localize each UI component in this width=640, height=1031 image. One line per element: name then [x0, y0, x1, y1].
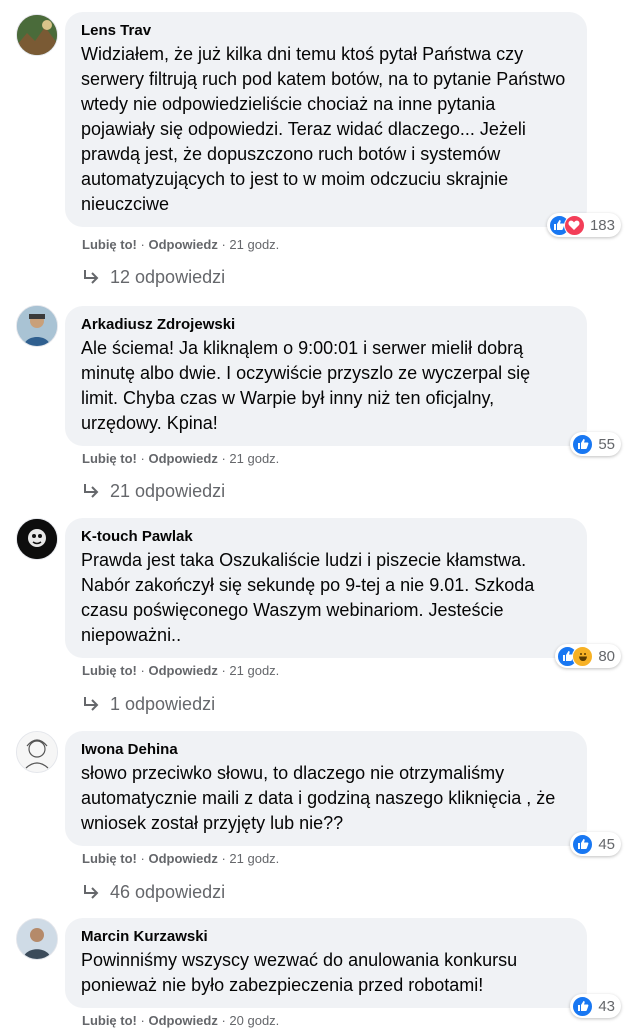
author-avatar[interactable]	[16, 14, 58, 56]
replies-count[interactable]: 21 odpowiedzi	[110, 480, 225, 502]
comment-time[interactable]: 20 godz.	[229, 1013, 279, 1028]
like-icon	[572, 833, 594, 855]
separator: ·	[221, 237, 226, 252]
like-icon	[572, 433, 594, 455]
like-link[interactable]: Lubię to!	[82, 237, 137, 252]
author-avatar[interactable]	[16, 305, 58, 347]
separator: ·	[221, 851, 226, 866]
comment-author[interactable]: Lens Trav	[81, 21, 571, 41]
reply-link[interactable]: Odpowiedz	[148, 663, 217, 678]
comment-author[interactable]: K-touch Pawlak	[81, 527, 571, 547]
comment-actions: Lubię to! · Odpowiedz · 21 godz.	[82, 663, 279, 679]
comment-text: Widziałem, że już kilka dni temu ktoś py…	[81, 44, 566, 214]
reactions-summary[interactable]: 45	[570, 832, 621, 856]
comment-time[interactable]: 21 godz.	[229, 237, 279, 252]
love-icon	[563, 214, 585, 236]
separator: ·	[140, 451, 145, 466]
reply-arrow-icon	[84, 697, 99, 711]
author-avatar[interactable]	[16, 518, 58, 560]
comment-bubble: Lens Trav Widziałem, że już kilka dni te…	[65, 12, 621, 237]
reply-arrow-icon	[84, 270, 99, 284]
comment-bubble: Iwona Dehina słowo przeciwko słowu, to d…	[65, 731, 621, 856]
view-replies-link[interactable]: 21 odpowiedzi	[82, 480, 225, 502]
reactions-summary[interactable]: 183	[546, 213, 621, 237]
comment-actions: Lubię to! · Odpowiedz · 21 godz.	[82, 237, 279, 253]
replies-count[interactable]: 12 odpowiedzi	[110, 266, 225, 288]
view-replies-link[interactable]: 12 odpowiedzi	[82, 266, 225, 288]
reactions-summary[interactable]: 43	[570, 994, 621, 1018]
like-link[interactable]: Lubię to!	[82, 851, 137, 866]
comment-author[interactable]: Arkadiusz Zdrojewski	[81, 315, 571, 335]
reply-arrow-icon	[84, 484, 99, 498]
comment-text: Ale ściema! Ja kliknąlem o 9:00:01 i ser…	[81, 338, 531, 433]
comment-actions: Lubię to! · Odpowiedz · 21 godz.	[82, 851, 279, 867]
comment-time[interactable]: 21 godz.	[229, 851, 279, 866]
haha-icon	[572, 645, 594, 667]
replies-count[interactable]: 1 odpowiedzi	[110, 693, 215, 715]
view-replies-link[interactable]: 46 odpowiedzi	[82, 881, 225, 903]
separator: ·	[221, 451, 226, 466]
reaction-count: 45	[598, 835, 615, 853]
author-avatar[interactable]	[16, 731, 58, 773]
separator: ·	[140, 851, 145, 866]
reply-link[interactable]: Odpowiedz	[148, 451, 217, 466]
replies-count[interactable]: 46 odpowiedzi	[110, 881, 225, 903]
separator: ·	[140, 663, 145, 678]
comment-time[interactable]: 21 godz.	[229, 663, 279, 678]
comment-text: Prawda jest taka Oszukaliście ludzi i pi…	[81, 550, 535, 645]
comment-bubble: Marcin Kurzawski Powinniśmy wszyscy wezw…	[65, 918, 621, 1018]
reaction-count: 55	[598, 435, 615, 453]
comment-author[interactable]: Marcin Kurzawski	[81, 927, 571, 947]
separator: ·	[221, 663, 226, 678]
comment-text: słowo przeciwko słowu, to dlaczego nie o…	[81, 763, 556, 833]
comment-actions: Lubię to! · Odpowiedz · 21 godz.	[82, 451, 279, 467]
reply-link[interactable]: Odpowiedz	[148, 851, 217, 866]
author-avatar[interactable]	[16, 918, 58, 960]
reactions-summary[interactable]: 80	[555, 644, 621, 668]
comment-bubble: K-touch Pawlak Prawda jest taka Oszukali…	[65, 518, 621, 668]
reply-link[interactable]: Odpowiedz	[148, 237, 217, 252]
reply-link[interactable]: Odpowiedz	[148, 1013, 217, 1028]
comment-actions: Lubię to! · Odpowiedz · 20 godz.	[82, 1013, 279, 1029]
separator: ·	[140, 237, 145, 252]
view-replies-link[interactable]: 1 odpowiedzi	[82, 693, 215, 715]
comment-time[interactable]: 21 godz.	[229, 451, 279, 466]
comment-text: Powinniśmy wszyscy wezwać do anulowania …	[81, 950, 518, 995]
comment-bubble: Arkadiusz Zdrojewski Ale ściema! Ja klik…	[65, 306, 621, 456]
like-link[interactable]: Lubię to!	[82, 451, 137, 466]
reaction-count: 80	[598, 647, 615, 665]
like-link[interactable]: Lubię to!	[82, 663, 137, 678]
separator: ·	[140, 1013, 145, 1028]
reactions-summary[interactable]: 55	[570, 432, 621, 456]
reaction-count: 183	[589, 216, 615, 234]
separator: ·	[221, 1013, 226, 1028]
like-link[interactable]: Lubię to!	[82, 1013, 137, 1028]
like-icon	[572, 995, 594, 1017]
comment-author[interactable]: Iwona Dehina	[81, 740, 571, 760]
reply-arrow-icon	[84, 885, 99, 899]
reaction-count: 43	[598, 997, 615, 1015]
